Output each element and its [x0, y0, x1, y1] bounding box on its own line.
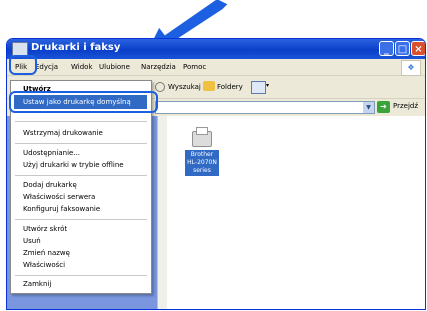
menu-separator	[15, 219, 147, 220]
close-icon[interactable]: ×	[411, 41, 425, 56]
menu-item-use-offline[interactable]: Użyj drukarki w trybie offline	[23, 161, 124, 169]
address-input[interactable]: ▼	[155, 101, 375, 114]
menu-item-sharing[interactable]: Udostępnianie...	[23, 149, 80, 157]
windows-logo-icon: ❖	[401, 60, 421, 76]
menu-help[interactable]: Pomoc	[183, 63, 206, 71]
menu-separator	[15, 175, 147, 176]
printer-icon	[192, 127, 212, 147]
menu-item-server-properties[interactable]: Właściwości serwera	[23, 193, 95, 201]
view-dropdown-icon[interactable]: ▾	[266, 82, 269, 89]
menu-item-delete[interactable]: Usuń	[23, 237, 41, 245]
folders-icon[interactable]	[203, 81, 215, 91]
menu-item-pause-printing[interactable]: Wstrzymaj drukowanie	[23, 129, 103, 137]
file-menu-callout	[9, 55, 37, 75]
menu-item-rename[interactable]: Zmień nazwę	[23, 249, 70, 257]
menu-edit[interactable]: Edycja	[35, 63, 58, 71]
scrollbar[interactable]	[157, 116, 167, 309]
minimize-icon[interactable]: _	[379, 41, 394, 56]
menu-separator	[15, 121, 147, 122]
menu-item-create-shortcut[interactable]: Utwórz skrót	[23, 225, 67, 233]
menu-tools[interactable]: Narzędzia	[141, 63, 176, 71]
menu-item-properties[interactable]: Właściwości	[23, 261, 65, 269]
menu-separator	[15, 143, 147, 144]
printer-label: Brother HL-2070N series	[185, 150, 219, 176]
default-printer-callout	[9, 91, 158, 113]
printer-item[interactable]: Brother HL-2070N series	[185, 127, 219, 176]
menu-separator	[15, 275, 147, 276]
window-title: Drukarki i faksy	[31, 42, 121, 53]
menu-bar: Plik Edycja Widok Ulubione Narzędzia Pom…	[7, 59, 425, 76]
go-arrow-icon[interactable]: ➔	[377, 101, 390, 113]
menu-item-configure-fax[interactable]: Konfiguruj faksowanie	[23, 205, 100, 213]
folders-button[interactable]: Foldery	[217, 83, 243, 91]
maximize-icon[interactable]: □	[395, 41, 410, 56]
menu-item-add-printer[interactable]: Dodaj drukarkę	[23, 181, 77, 189]
menu-view[interactable]: Widok	[71, 63, 93, 71]
title-bar: Drukarki i faksy _ □ ×	[7, 39, 425, 59]
menu-favorites[interactable]: Ulubione	[99, 63, 130, 71]
menu-item-close[interactable]: Zamknij	[23, 280, 51, 288]
search-icon[interactable]	[155, 82, 165, 92]
go-button[interactable]: Przejdź	[393, 102, 418, 110]
address-dropdown-icon[interactable]: ▼	[363, 102, 374, 113]
view-options-icon[interactable]	[251, 81, 266, 94]
search-button[interactable]: Wyszukaj	[168, 83, 201, 91]
